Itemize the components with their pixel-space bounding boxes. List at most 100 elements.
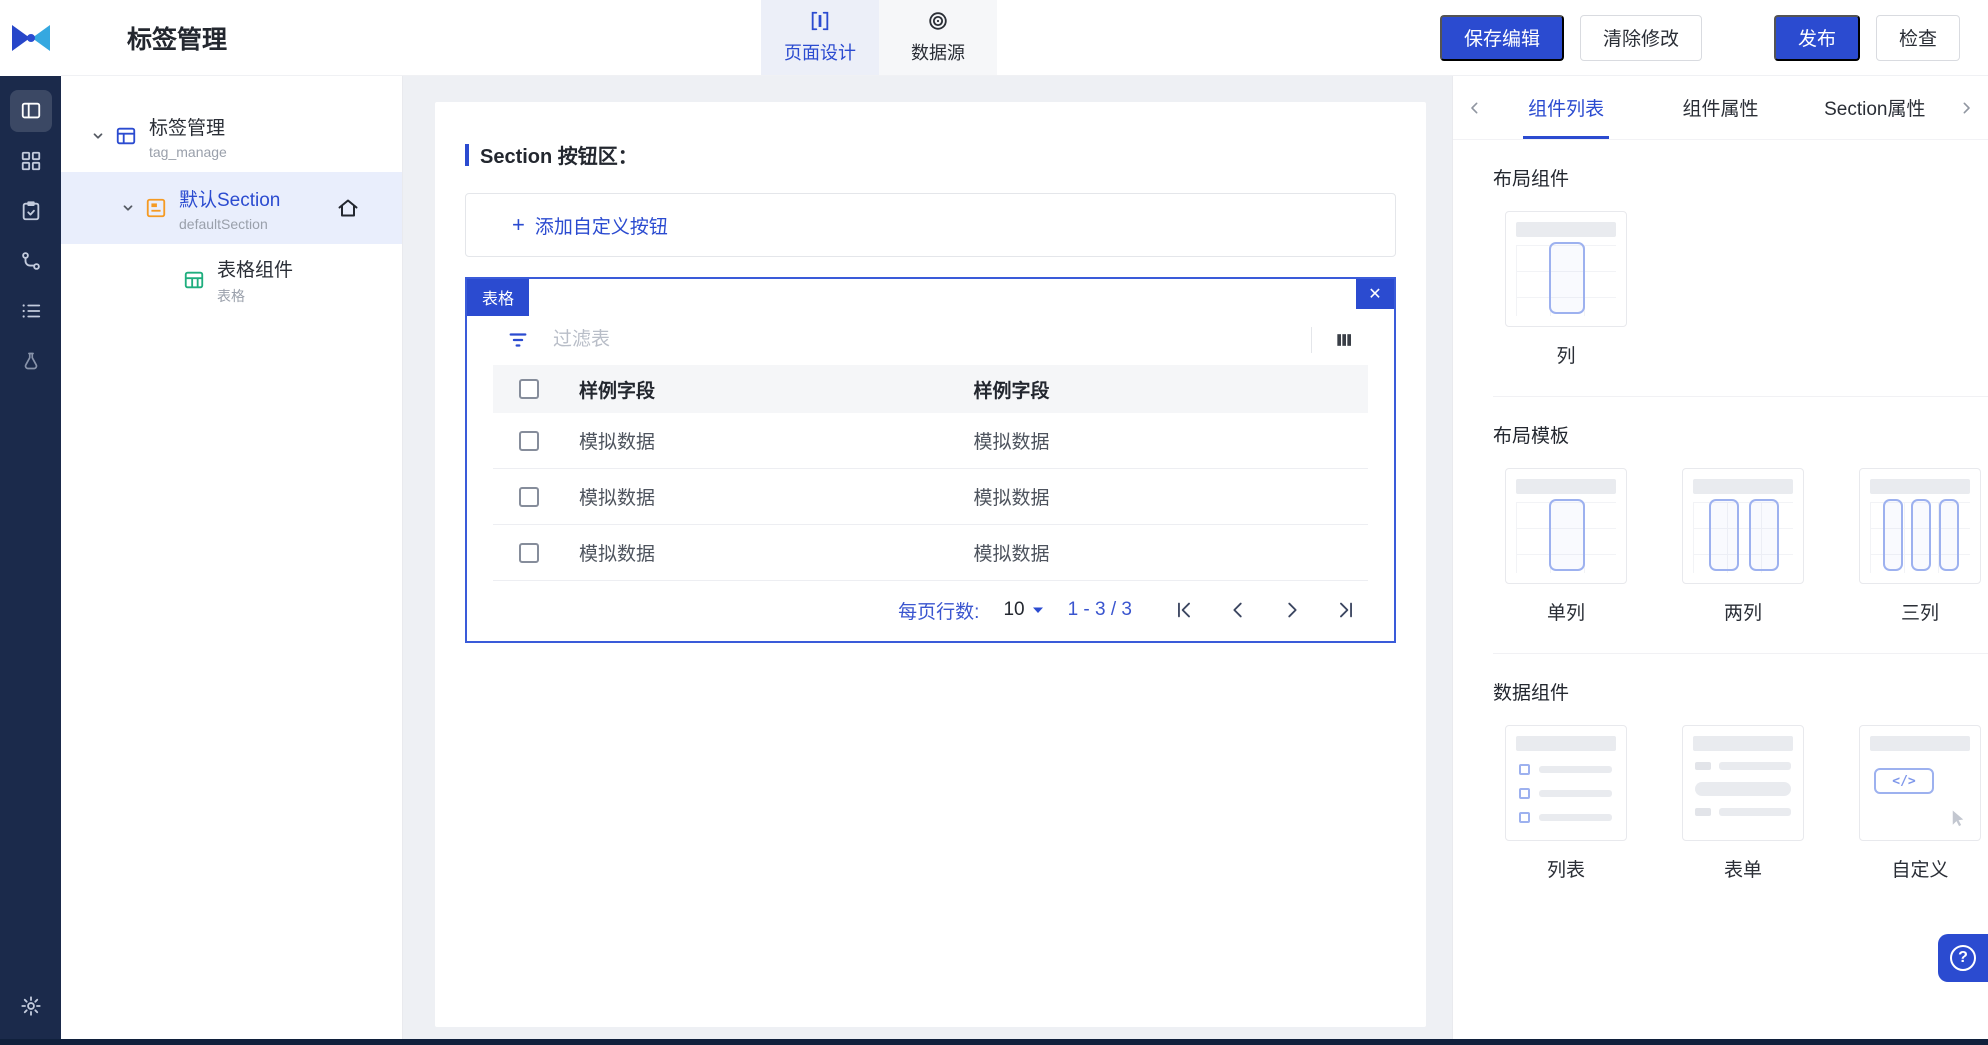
chevron-down-icon	[1032, 606, 1044, 615]
component-card-column[interactable]: 列	[1505, 211, 1627, 368]
filter-icon	[501, 329, 535, 351]
clear-changes-button[interactable]: 清除修改	[1579, 14, 1702, 61]
table-header-row: 样例字段 样例字段	[493, 365, 1368, 413]
table-row[interactable]: 模拟数据 模拟数据	[493, 469, 1368, 525]
table-node-icon	[183, 269, 205, 291]
template-card-three-columns[interactable]: 三列	[1859, 468, 1981, 625]
tree-node-subtitle: tag_manage	[149, 143, 227, 160]
filter-table-input[interactable]	[551, 328, 1295, 352]
add-custom-button[interactable]: + 添加自定义按钮	[465, 193, 1396, 257]
table-pagination: 每页行数: 10 1 - 3 / 3	[493, 581, 1368, 639]
right-panel-content: 布局组件 列 布局模板 单列 两列 三列 数据组件 列表 表单 </> 自定义	[1453, 140, 1988, 1045]
window-bottom-edge	[0, 1039, 1988, 1045]
row-checkbox[interactable]	[519, 486, 539, 507]
next-page-icon[interactable]	[1272, 590, 1312, 630]
tab-component-props[interactable]: 组件属性	[1643, 76, 1797, 139]
card-label: 两列	[1723, 603, 1762, 624]
add-custom-button-label: 添加自定义按钮	[534, 216, 668, 238]
template-card-two-columns[interactable]: 两列	[1682, 468, 1804, 625]
app-root: 标签管理 页面设计 数据源 保存编辑 清除修改 发布 检查 标签管理 tag_m…	[0, 0, 1988, 1045]
section-node-icon	[145, 197, 167, 219]
rows-per-page-select[interactable]: 10	[1003, 599, 1043, 621]
layout-templates-section: 布局模板 单列 两列 三列	[1493, 396, 1988, 653]
checklist-icon	[20, 200, 42, 222]
lab-flask-icon	[21, 351, 41, 371]
rail-item-lab[interactable]	[10, 340, 52, 382]
table-row[interactable]: 模拟数据 模拟数据	[493, 525, 1368, 581]
caret-down-icon[interactable]	[119, 201, 137, 215]
home-icon[interactable]	[336, 196, 360, 220]
list-thumbnail	[1505, 725, 1627, 841]
publish-button[interactable]: 发布	[1773, 14, 1860, 61]
table-filter-row	[493, 315, 1368, 365]
table-row[interactable]: 模拟数据 模拟数据	[493, 413, 1368, 469]
three-columns-thumbnail	[1859, 468, 1981, 584]
page-design-icon	[809, 10, 831, 32]
rail-item-list[interactable]	[10, 290, 52, 332]
component-tree-panel: 标签管理 tag_manage 默认Section defaultSection	[61, 76, 403, 1045]
pagination-range: 1 - 3 / 3	[1067, 599, 1132, 620]
tab-component-list[interactable]: 组件列表	[1489, 76, 1643, 139]
row-checkbox[interactable]	[519, 430, 539, 451]
table-cell: 模拟数据	[579, 432, 656, 453]
component-type-chip[interactable]: 表格	[467, 279, 530, 316]
tab-data-source[interactable]: 数据源	[879, 0, 997, 75]
section-buttons-label: Section 按钮区：	[465, 140, 1396, 169]
chevron-left-icon[interactable]	[1461, 76, 1489, 139]
table-cell: 模拟数据	[579, 544, 656, 565]
tab-section-props[interactable]: Section属性	[1798, 76, 1952, 139]
card-label: 表单	[1723, 860, 1762, 881]
rail-item-flow[interactable]	[10, 240, 52, 282]
list-icon	[20, 300, 42, 322]
check-button[interactable]: 检查	[1875, 14, 1960, 61]
component-card-form[interactable]: 表单	[1682, 725, 1804, 882]
columns-settings-button[interactable]	[1328, 330, 1360, 350]
code-glyph: </>	[1874, 768, 1934, 794]
tree-node-label: 表格组件	[217, 259, 294, 281]
page-title: 标签管理	[127, 25, 228, 54]
pagination-buttons	[1164, 590, 1366, 630]
section-title: 数据组件	[1493, 683, 1570, 704]
form-thumbnail	[1682, 725, 1804, 841]
logo-cell	[0, 0, 61, 76]
section-title: 布局组件	[1493, 169, 1570, 190]
layout-components-section: 布局组件 列	[1493, 164, 1988, 396]
prev-page-icon[interactable]	[1218, 590, 1258, 630]
rail-item-checklist[interactable]	[10, 190, 52, 232]
rail-item-page-design[interactable]	[9, 90, 52, 132]
table-cell: 模拟数据	[973, 432, 1050, 453]
column-thumbnail	[1505, 211, 1627, 327]
component-card-custom[interactable]: </> 自定义	[1859, 725, 1981, 882]
flow-branch-icon	[20, 250, 42, 272]
table-component-selected[interactable]: 表格 ✕ 过滤表 样例字段 样例字段 模拟数据 模拟数据 模拟数据 模拟数据 模…	[465, 277, 1396, 643]
rail-item-settings[interactable]	[10, 985, 52, 1027]
rows-per-page-label: 每页行数:	[898, 601, 980, 623]
first-page-icon[interactable]	[1164, 590, 1204, 630]
column-header: 样例字段	[579, 380, 656, 402]
row-checkbox[interactable]	[519, 542, 539, 563]
close-icon[interactable]: ✕	[1356, 279, 1394, 309]
chevron-right-icon[interactable]	[1952, 76, 1980, 139]
one-column-thumbnail	[1505, 468, 1627, 584]
page-design-icon	[20, 100, 42, 122]
rail-item-components[interactable]	[10, 140, 52, 182]
design-canvas: Section 按钮区： + 添加自定义按钮 表格 ✕ 过滤表 样例字段 样例字…	[403, 76, 1452, 1045]
help-icon: ?	[1950, 945, 1976, 971]
card-label: 单列	[1546, 603, 1585, 624]
tab-page-design[interactable]: 页面设计	[761, 0, 879, 75]
page-node-icon	[115, 125, 137, 147]
tree-node-tag-manage[interactable]: 标签管理 tag_manage	[61, 100, 402, 172]
template-card-one-column[interactable]: 单列	[1505, 468, 1627, 625]
tree-node-default-section[interactable]: 默认Section defaultSection	[61, 172, 402, 244]
tree-node-table-component[interactable]: 表格组件 表格	[61, 244, 402, 316]
select-all-checkbox[interactable]	[519, 379, 539, 399]
help-button[interactable]: ?	[1938, 934, 1988, 982]
save-edit-button[interactable]: 保存编辑	[1439, 14, 1564, 61]
accent-bar	[465, 143, 469, 166]
component-card-list[interactable]: 列表	[1505, 725, 1627, 882]
caret-down-icon[interactable]	[89, 129, 107, 143]
card-label: 列	[1556, 346, 1576, 367]
last-page-icon[interactable]	[1326, 590, 1366, 630]
data-source-icon	[927, 10, 949, 32]
app-logo-icon[interactable]	[9, 21, 53, 55]
